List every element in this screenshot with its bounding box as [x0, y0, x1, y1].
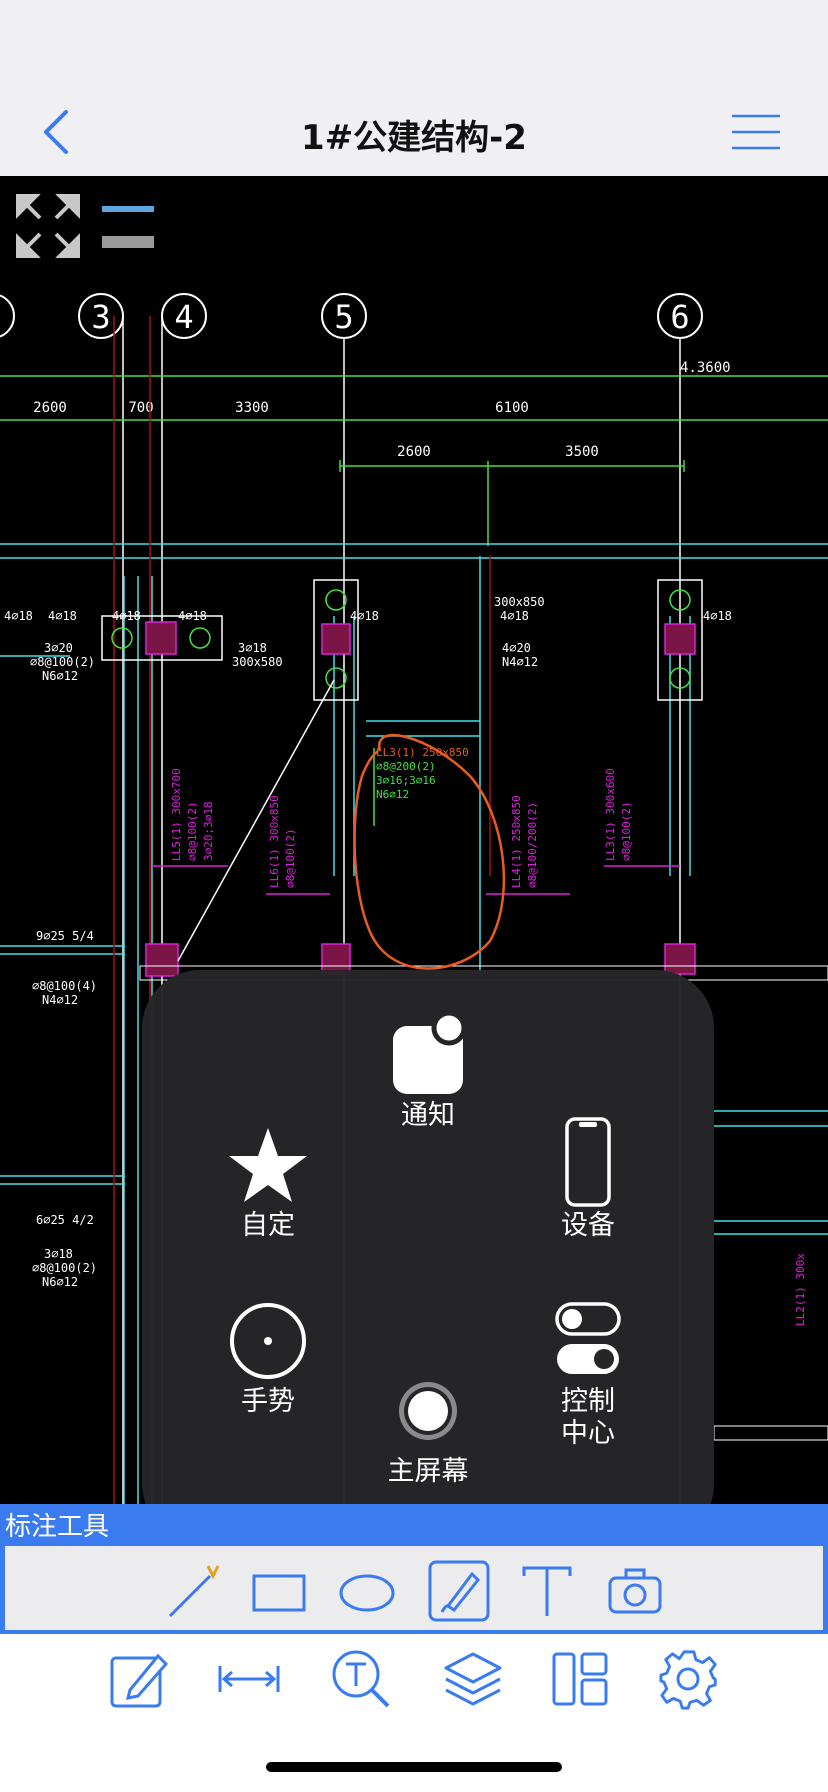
beam-note: N4⌀12	[502, 655, 538, 669]
home-label: 主屏幕	[387, 1456, 469, 1487]
beam-note: 3⌀18	[44, 1247, 73, 1261]
text-search-icon[interactable]	[330, 1648, 392, 1710]
dim-label: 6100	[495, 400, 529, 416]
beam-note: 4⌀18	[178, 609, 207, 623]
beam-note: 6⌀25 4/2	[36, 1213, 94, 1227]
layers-icon[interactable]	[442, 1648, 504, 1710]
edit-icon[interactable]	[108, 1648, 170, 1710]
star-icon	[229, 1128, 307, 1202]
device-label: 设备	[561, 1210, 615, 1241]
assistive-touch-menu: 通知 自定 设备 手势 控制 中心 主屏幕	[142, 970, 714, 1542]
beam-note: 4⌀18	[703, 609, 732, 623]
page-title: 1#公建结构-2	[301, 118, 527, 158]
ellipse-tool-icon[interactable]	[336, 1560, 398, 1622]
notification-label: 通知	[401, 1100, 455, 1131]
beam-note: 300x580	[232, 655, 283, 669]
gesture-icon	[230, 1303, 306, 1379]
control-center-button[interactable]: 控制 中心	[518, 1296, 658, 1450]
beam-note: 4⌀18	[48, 609, 77, 623]
svg-text:3⌀20;3⌀18: 3⌀20;3⌀18	[202, 801, 215, 861]
menu-icon[interactable]	[730, 112, 782, 152]
axis-label-4: 4	[174, 298, 193, 336]
beam-note: N6⌀12	[42, 1275, 78, 1289]
rectangle-tool-icon[interactable]	[248, 1560, 310, 1622]
beam-note: 3⌀18	[238, 641, 267, 655]
svg-text:⌀8@100(2): ⌀8@100(2)	[620, 801, 633, 861]
axis-label-3: 3	[91, 298, 110, 336]
beam-note: ⌀8@100(2)	[30, 655, 95, 669]
svg-text:LL4(1) 250x850: LL4(1) 250x850	[510, 795, 523, 888]
beam-note: 300x850	[494, 595, 545, 609]
beam-note: 4⌀18	[350, 609, 379, 623]
annotation-toolbar-title: 标注工具	[5, 1512, 110, 1542]
gesture-button[interactable]: 手势	[198, 1296, 338, 1418]
device-button[interactable]: 设备	[518, 1115, 658, 1242]
beam-note: ⌀8@100(4)	[32, 979, 97, 993]
svg-text:⌀8@100(2): ⌀8@100(2)	[186, 801, 199, 861]
home-icon	[399, 1382, 457, 1440]
layer-toggle-icon[interactable]	[102, 206, 154, 248]
beam-note: 3⌀20	[44, 641, 73, 655]
toggle-switch-icon	[555, 1302, 621, 1374]
notification-button[interactable]: 通知	[358, 1010, 498, 1132]
beam-note: N4⌀12	[42, 993, 78, 1007]
dim-label: 3500	[565, 444, 599, 460]
dim-label: 2600	[397, 444, 431, 460]
phone-icon	[565, 1117, 611, 1207]
gesture-label: 手势	[241, 1386, 295, 1417]
custom-button[interactable]: 自定	[198, 1120, 338, 1242]
control-center-label-1: 控制	[561, 1386, 615, 1417]
home-button[interactable]: 主屏幕	[358, 1366, 498, 1488]
camera-tool-icon[interactable]	[604, 1560, 666, 1622]
elevation-label: 4.3600	[680, 360, 731, 376]
markup-note: 3⌀16;3⌀16	[376, 774, 436, 787]
beam-note: 4⌀18	[500, 609, 529, 623]
beam-note: N6⌀12	[42, 669, 78, 683]
svg-text:⌀8@100(2): ⌀8@100(2)	[284, 828, 297, 888]
dim-label: 3300	[235, 400, 269, 416]
svg-text:LL6(1) 300x850: LL6(1) 300x850	[268, 795, 281, 888]
settings-icon[interactable]	[658, 1648, 720, 1710]
beam-note: 4⌀18	[112, 609, 141, 623]
svg-text:LL2(1) 300x: LL2(1) 300x	[794, 1253, 807, 1326]
control-center-label-2: 中心	[561, 1418, 615, 1449]
beam-note: 4⌀18	[4, 609, 33, 623]
axis-label-6: 6	[670, 298, 689, 336]
dim-label: 2600	[33, 400, 67, 416]
notification-icon	[393, 1010, 467, 1094]
svg-text:LL3(1) 300x600: LL3(1) 300x600	[604, 768, 617, 861]
beam-note: 9⌀25 5/4	[36, 929, 94, 943]
annotation-tools-row	[5, 1546, 823, 1630]
text-tool-icon[interactable]	[516, 1560, 578, 1622]
markup-note: ⌀8@200(2)	[376, 760, 436, 773]
line-tool-icon[interactable]	[164, 1560, 226, 1622]
layout-icon[interactable]	[550, 1648, 612, 1710]
markup-note: N6⌀12	[376, 788, 409, 801]
expand-icon[interactable]	[16, 194, 80, 258]
brush-tool-icon[interactable]	[428, 1560, 490, 1622]
custom-label: 自定	[241, 1210, 295, 1241]
svg-text:⌀8@100/200(2): ⌀8@100/200(2)	[526, 802, 539, 888]
home-indicator[interactable]	[266, 1762, 562, 1772]
svg-text:LL5(1) 300x700: LL5(1) 300x700	[170, 768, 183, 861]
beam-note: 4⌀20	[502, 641, 531, 655]
measure-icon[interactable]	[218, 1648, 280, 1710]
axis-label-5: 5	[334, 298, 353, 336]
beam-note: ⌀8@100(2)	[32, 1261, 97, 1275]
markup-note: LL3(1) 250x850	[376, 746, 469, 759]
